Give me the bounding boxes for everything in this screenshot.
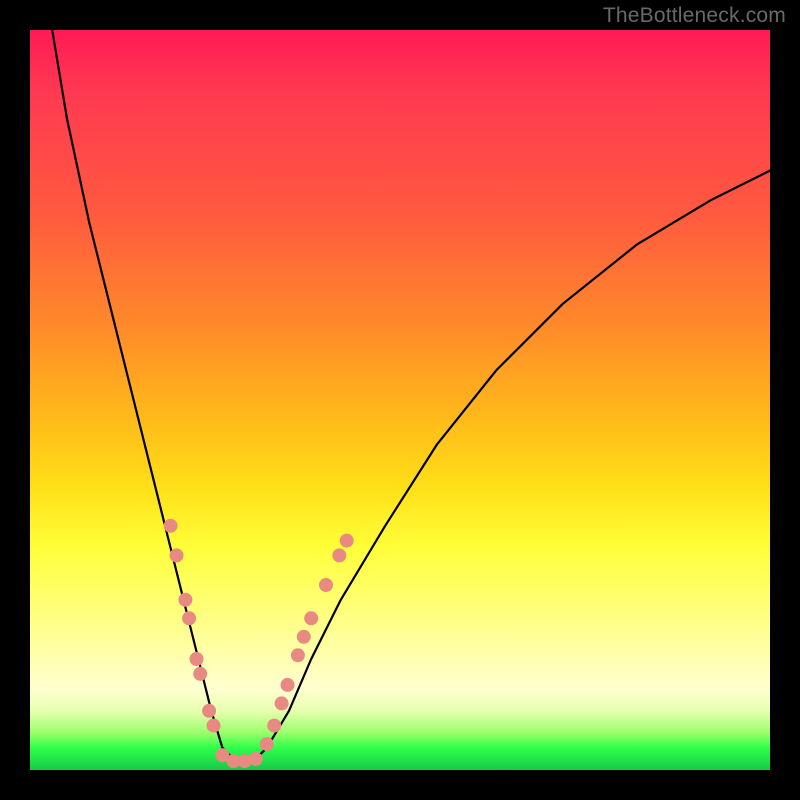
curve-layer (30, 30, 770, 770)
highlight-dot (275, 696, 289, 710)
highlight-dot (291, 648, 305, 662)
highlight-dot (207, 719, 221, 733)
highlight-dot (182, 611, 196, 625)
highlight-dot (319, 578, 333, 592)
highlight-dot (164, 519, 178, 533)
highlight-dot (340, 534, 354, 548)
highlight-dot (297, 630, 311, 644)
chart-frame: TheBottleneck.com (0, 0, 800, 800)
highlight-dot (249, 752, 263, 766)
highlight-dot (178, 593, 192, 607)
highlight-dot (260, 737, 274, 751)
highlight-dot (202, 704, 216, 718)
highlight-dot (193, 667, 207, 681)
watermark-text: TheBottleneck.com (603, 4, 786, 28)
highlight-dot (190, 652, 204, 666)
highlight-dot (170, 548, 184, 562)
bottleneck-curve (52, 30, 770, 763)
highlight-dot (332, 548, 346, 562)
highlight-dot (281, 678, 295, 692)
highlight-dot (267, 719, 281, 733)
gradient-plot-area (30, 30, 770, 770)
highlight-dot (304, 611, 318, 625)
highlight-dots (164, 519, 354, 768)
